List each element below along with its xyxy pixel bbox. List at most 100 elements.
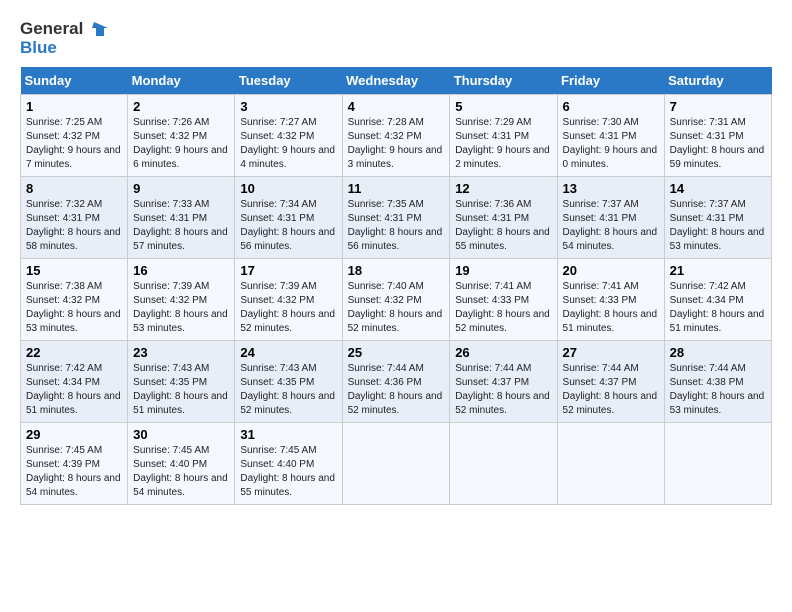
calendar-cell: 8 Sunrise: 7:32 AMSunset: 4:31 PMDaylight…	[21, 177, 128, 259]
day-number: 14	[670, 181, 766, 196]
day-number: 11	[348, 181, 445, 196]
calendar-cell: 22 Sunrise: 7:42 AMSunset: 4:34 PMDayligh…	[21, 341, 128, 423]
day-info: Sunrise: 7:39 AMSunset: 4:32 PMDaylight:…	[240, 280, 336, 336]
calendar-cell: 26 Sunrise: 7:44 AMSunset: 4:37 PMDayligh…	[450, 341, 557, 423]
calendar-cell: 25 Sunrise: 7:44 AMSunset: 4:36 PMDayligh…	[342, 341, 450, 423]
day-number: 20	[563, 263, 659, 278]
calendar-cell: 31 Sunrise: 7:45 AMSunset: 4:40 PMDayligh…	[235, 423, 342, 505]
day-number: 18	[348, 263, 445, 278]
day-info: Sunrise: 7:37 AMSunset: 4:31 PMDaylight:…	[670, 198, 766, 254]
day-number: 29	[26, 427, 122, 442]
calendar-cell: 3Sunrise: 7:27 AMSunset: 4:32 PMDaylight…	[235, 95, 342, 177]
day-info: Sunrise: 7:41 AMSunset: 4:33 PMDaylight:…	[455, 280, 551, 336]
day-info: Sunrise: 7:44 AMSunset: 4:37 PMDaylight:…	[563, 362, 659, 418]
day-info: Sunrise: 7:45 AMSunset: 4:39 PMDaylight:…	[26, 444, 122, 500]
day-number: 28	[670, 345, 766, 360]
calendar-cell: 18 Sunrise: 7:40 AMSunset: 4:32 PMDayligh…	[342, 259, 450, 341]
day-info: Sunrise: 7:26 AMSunset: 4:32 PMDaylight:…	[133, 116, 229, 172]
day-number: 7	[670, 99, 766, 114]
day-number: 5	[455, 99, 551, 114]
logo-text-general: General	[20, 20, 83, 39]
day-number: 27	[563, 345, 659, 360]
calendar-cell: 11 Sunrise: 7:35 AMSunset: 4:31 PMDayligh…	[342, 177, 450, 259]
day-number: 6	[563, 99, 659, 114]
day-info: Sunrise: 7:44 AMSunset: 4:37 PMDaylight:…	[455, 362, 551, 418]
day-info: Sunrise: 7:25 AMSunset: 4:32 PMDaylight:…	[26, 116, 122, 172]
calendar-week: 8 Sunrise: 7:32 AMSunset: 4:31 PMDaylight…	[21, 177, 772, 259]
day-number: 3	[240, 99, 336, 114]
day-number: 17	[240, 263, 336, 278]
day-number: 12	[455, 181, 551, 196]
weekday-header: Saturday	[664, 67, 771, 95]
day-number: 9	[133, 181, 229, 196]
day-number: 1	[26, 99, 122, 114]
day-number: 13	[563, 181, 659, 196]
calendar-cell: 30Sunrise: 7:45 AMSunset: 4:40 PMDayligh…	[128, 423, 235, 505]
day-number: 15	[26, 263, 122, 278]
logo-text-blue: Blue	[20, 39, 57, 58]
day-info: Sunrise: 7:35 AMSunset: 4:31 PMDaylight:…	[348, 198, 445, 254]
day-info: Sunrise: 7:43 AMSunset: 4:35 PMDaylight:…	[133, 362, 229, 418]
weekday-header: Sunday	[21, 67, 128, 95]
calendar-cell	[342, 423, 450, 505]
logo-bird-icon	[86, 20, 108, 38]
calendar-cell	[450, 423, 557, 505]
day-number: 21	[670, 263, 766, 278]
calendar-week: 1 Sunrise: 7:25 AMSunset: 4:32 PMDaylight…	[21, 95, 772, 177]
calendar-cell: 16 Sunrise: 7:39 AMSunset: 4:32 PMDayligh…	[128, 259, 235, 341]
logo: General Blue	[20, 20, 108, 57]
calendar-cell: 15Sunrise: 7:38 AMSunset: 4:32 PMDayligh…	[21, 259, 128, 341]
day-info: Sunrise: 7:42 AMSunset: 4:34 PMDaylight:…	[26, 362, 122, 418]
calendar-cell: 4Sunrise: 7:28 AMSunset: 4:32 PMDaylight…	[342, 95, 450, 177]
weekday-header: Friday	[557, 67, 664, 95]
day-info: Sunrise: 7:32 AMSunset: 4:31 PMDaylight:…	[26, 198, 122, 254]
day-number: 30	[133, 427, 229, 442]
day-number: 19	[455, 263, 551, 278]
day-info: Sunrise: 7:44 AMSunset: 4:36 PMDaylight:…	[348, 362, 445, 418]
calendar-week: 15Sunrise: 7:38 AMSunset: 4:32 PMDayligh…	[21, 259, 772, 341]
header-row: SundayMondayTuesdayWednesdayThursdayFrid…	[21, 67, 772, 95]
calendar-cell: 21 Sunrise: 7:42 AMSunset: 4:34 PMDayligh…	[664, 259, 771, 341]
calendar-cell: 24 Sunrise: 7:43 AMSunset: 4:35 PMDayligh…	[235, 341, 342, 423]
day-info: Sunrise: 7:40 AMSunset: 4:32 PMDaylight:…	[348, 280, 445, 336]
calendar-cell	[557, 423, 664, 505]
day-info: Sunrise: 7:37 AMSunset: 4:31 PMDaylight:…	[563, 198, 659, 254]
weekday-header: Wednesday	[342, 67, 450, 95]
day-number: 10	[240, 181, 336, 196]
day-info: Sunrise: 7:43 AMSunset: 4:35 PMDaylight:…	[240, 362, 336, 418]
day-number: 16	[133, 263, 229, 278]
calendar-week: 29 Sunrise: 7:45 AMSunset: 4:39 PMDayligh…	[21, 423, 772, 505]
day-info: Sunrise: 7:41 AMSunset: 4:33 PMDaylight:…	[563, 280, 659, 336]
calendar-cell: 6Sunrise: 7:30 AMSunset: 4:31 PMDaylight…	[557, 95, 664, 177]
calendar-cell: 1 Sunrise: 7:25 AMSunset: 4:32 PMDaylight…	[21, 95, 128, 177]
day-info: Sunrise: 7:31 AMSunset: 4:31 PMDaylight:…	[670, 116, 766, 172]
day-info: Sunrise: 7:45 AMSunset: 4:40 PMDaylight:…	[240, 444, 336, 500]
calendar-week: 22 Sunrise: 7:42 AMSunset: 4:34 PMDayligh…	[21, 341, 772, 423]
calendar-cell: 14 Sunrise: 7:37 AMSunset: 4:31 PMDayligh…	[664, 177, 771, 259]
calendar-cell: 10Sunrise: 7:34 AMSunset: 4:31 PMDayligh…	[235, 177, 342, 259]
page-header: General Blue	[20, 20, 772, 57]
day-number: 31	[240, 427, 336, 442]
calendar-cell: 9 Sunrise: 7:33 AMSunset: 4:31 PMDaylight…	[128, 177, 235, 259]
calendar-cell: 7 Sunrise: 7:31 AMSunset: 4:31 PMDaylight…	[664, 95, 771, 177]
calendar-cell: 17 Sunrise: 7:39 AMSunset: 4:32 PMDayligh…	[235, 259, 342, 341]
calendar-cell: 23 Sunrise: 7:43 AMSunset: 4:35 PMDayligh…	[128, 341, 235, 423]
day-info: Sunrise: 7:33 AMSunset: 4:31 PMDaylight:…	[133, 198, 229, 254]
calendar-cell: 12Sunrise: 7:36 AMSunset: 4:31 PMDayligh…	[450, 177, 557, 259]
calendar-cell: 27 Sunrise: 7:44 AMSunset: 4:37 PMDayligh…	[557, 341, 664, 423]
calendar-cell	[664, 423, 771, 505]
day-number: 25	[348, 345, 445, 360]
day-number: 24	[240, 345, 336, 360]
weekday-header: Thursday	[450, 67, 557, 95]
calendar-cell: 13 Sunrise: 7:37 AMSunset: 4:31 PMDayligh…	[557, 177, 664, 259]
day-info: Sunrise: 7:39 AMSunset: 4:32 PMDaylight:…	[133, 280, 229, 336]
day-number: 22	[26, 345, 122, 360]
day-info: Sunrise: 7:42 AMSunset: 4:34 PMDaylight:…	[670, 280, 766, 336]
day-number: 23	[133, 345, 229, 360]
weekday-header: Tuesday	[235, 67, 342, 95]
calendar-cell: 28 Sunrise: 7:44 AMSunset: 4:38 PMDayligh…	[664, 341, 771, 423]
day-number: 8	[26, 181, 122, 196]
day-info: Sunrise: 7:44 AMSunset: 4:38 PMDaylight:…	[670, 362, 766, 418]
day-info: Sunrise: 7:29 AMSunset: 4:31 PMDaylight:…	[455, 116, 551, 172]
day-number: 26	[455, 345, 551, 360]
